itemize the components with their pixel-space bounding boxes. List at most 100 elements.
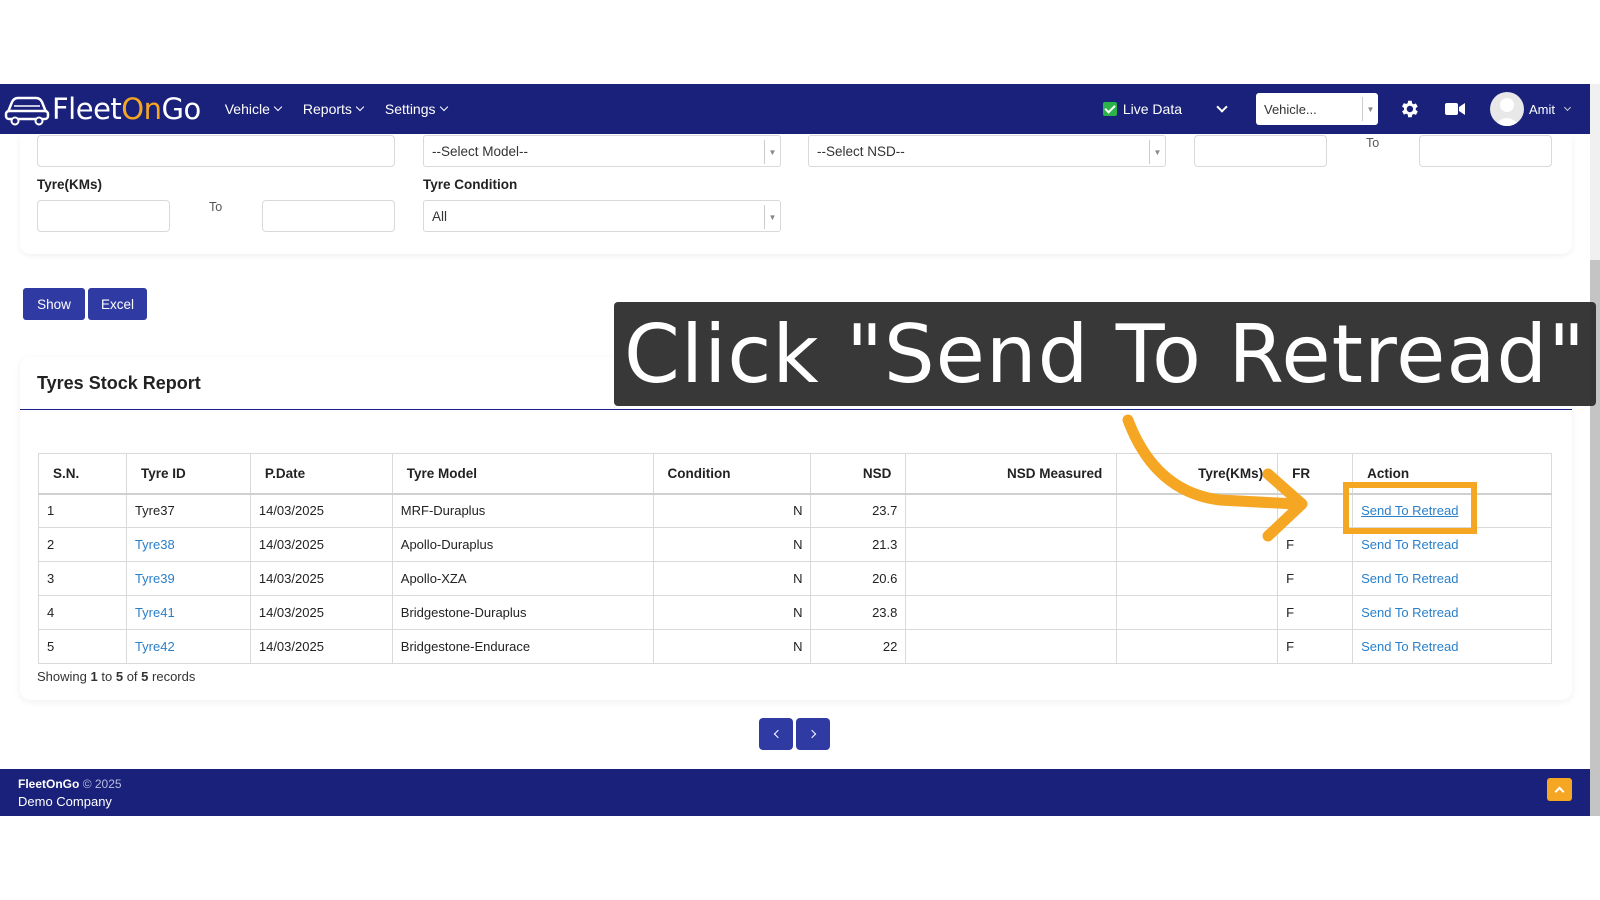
nsd-cell: 21.3: [810, 527, 907, 562]
nsd-cell: 23.7: [810, 493, 907, 528]
nsd-cell: 23.8: [810, 595, 907, 630]
sn-cell: 3: [38, 561, 127, 596]
user-menu[interactable]: Amit: [1490, 92, 1572, 126]
model-select[interactable]: --Select Model-- ▼: [423, 135, 781, 167]
pointer-arrow-icon: [1122, 414, 1308, 542]
to-label: To: [209, 200, 223, 214]
column-header[interactable]: NSD Measured: [905, 453, 1118, 495]
vehicle-select[interactable]: Vehicle... ▼: [1256, 93, 1378, 125]
tyre-id-cell: Tyre39: [125, 561, 251, 596]
tyre-kms-to-input[interactable]: [262, 200, 395, 232]
nsd-cell: 22: [810, 629, 907, 664]
table-row: 2 Tyre38 14/03/2025 Apollo-Duraplus N 21…: [38, 527, 1552, 562]
range-from-input[interactable]: [1194, 135, 1327, 167]
logo-text: FleetOnGo: [52, 92, 201, 126]
chevron-down-icon: [273, 102, 283, 112]
condition-cell: N: [652, 527, 812, 562]
chevron-down-icon[interactable]: [1216, 101, 1228, 113]
chevron-left-icon: [773, 729, 782, 739]
table-row: 1 Tyre37 14/03/2025 MRF-Duraplus N 23.7 …: [38, 493, 1552, 528]
column-header[interactable]: Condition: [652, 453, 812, 495]
send-to-retread-link[interactable]: Send To Retread: [1361, 639, 1458, 654]
condition-cell: N: [652, 595, 812, 630]
condition-cell: N: [652, 629, 812, 664]
action-cell: Send To Retread: [1352, 561, 1552, 596]
dropdown-arrow-icon: ▼: [764, 205, 780, 229]
menu-reports[interactable]: Reports: [303, 101, 365, 117]
send-to-retread-link[interactable]: Send To Retread: [1361, 605, 1458, 620]
action-cell: Send To Retread: [1352, 595, 1552, 630]
filter-text-input[interactable]: [37, 135, 395, 167]
next-page-button[interactable]: [796, 718, 830, 750]
prev-page-button[interactable]: [759, 718, 793, 750]
table-row: 4 Tyre41 14/03/2025 Bridgestone-Duraplus…: [38, 595, 1552, 630]
pdate-cell: 14/03/2025: [249, 493, 393, 528]
footer: FleetOnGo © 2025 Demo Company: [0, 769, 1590, 816]
tyre-id-link[interactable]: Tyre42: [135, 639, 175, 654]
report-title: Tyres Stock Report: [37, 373, 201, 393]
table-header-row: S.N. Tyre ID P.Date Tyre Model Condition…: [38, 453, 1552, 495]
menu-settings[interactable]: Settings: [385, 101, 448, 117]
model-cell: Apollo-XZA: [391, 561, 654, 596]
range-to-input[interactable]: [1419, 135, 1552, 167]
user-name: Amit: [1529, 101, 1555, 117]
tyre-id-cell: Tyre38: [125, 527, 251, 562]
pdate-cell: 14/03/2025: [249, 629, 393, 664]
column-header[interactable]: NSD: [810, 453, 907, 495]
instruction-banner: Click "Send To Retread": [614, 302, 1596, 406]
dropdown-arrow-icon: ▼: [764, 140, 780, 164]
column-header[interactable]: P.Date: [249, 453, 393, 495]
fr-cell: F: [1277, 561, 1354, 596]
table-row: 5 Tyre42 14/03/2025 Bridgestone-Endurace…: [38, 629, 1552, 664]
tyre-id-link[interactable]: Tyre41: [135, 605, 175, 620]
model-cell: Bridgestone-Duraplus: [391, 595, 654, 630]
send-to-retread-link[interactable]: Send To Retread: [1361, 571, 1458, 586]
send-to-retread-link[interactable]: Send To Retread: [1361, 537, 1458, 552]
live-data-toggle[interactable]: Live Data: [1102, 101, 1182, 117]
footer-company: Demo Company: [18, 794, 112, 809]
divider: [20, 409, 1572, 410]
gear-icon[interactable]: [1398, 98, 1420, 120]
chevron-right-icon: [807, 729, 816, 739]
sn-cell: 2: [38, 527, 127, 562]
records-summary: Showing 1 to 5 of 5 records: [37, 669, 196, 684]
tyre-kms-from-input[interactable]: [37, 200, 170, 232]
table-row: 3 Tyre39 14/03/2025 Apollo-XZA N 20.6 F …: [38, 561, 1552, 596]
nsd-measured-cell: [905, 595, 1118, 630]
show-button[interactable]: Show: [23, 288, 85, 320]
model-cell: Bridgestone-Endurace: [391, 629, 654, 664]
to-label: To: [1366, 136, 1380, 150]
model-cell: MRF-Duraplus: [391, 493, 654, 528]
nsd-select[interactable]: --Select NSD-- ▼: [808, 135, 1166, 167]
kms-cell: [1116, 595, 1279, 630]
footer-copyright: FleetOnGo © 2025: [18, 777, 122, 791]
chevron-down-icon: [439, 102, 448, 112]
app-logo[interactable]: FleetOnGo: [4, 84, 201, 134]
kms-cell: [1116, 561, 1279, 596]
dropdown-arrow-icon: ▼: [1149, 140, 1165, 164]
column-header[interactable]: Tyre Model: [391, 453, 654, 495]
checkbox-checked-icon[interactable]: [1102, 102, 1117, 116]
sn-cell: 4: [38, 595, 127, 630]
nsd-cell: 20.6: [810, 561, 907, 596]
tyre-id-link[interactable]: Tyre38: [135, 537, 175, 552]
live-data-label: Live Data: [1122, 101, 1182, 117]
tyre-kms-label: Tyre(KMs): [37, 177, 103, 192]
nsd-measured-cell: [905, 629, 1118, 664]
tyre-id-link[interactable]: Tyre39: [135, 571, 175, 586]
column-header[interactable]: S.N.: [38, 453, 127, 495]
excel-button[interactable]: Excel: [88, 288, 147, 320]
scroll-to-top-button[interactable]: [1547, 778, 1572, 801]
tyre-condition-select[interactable]: All ▼: [423, 200, 781, 232]
nsd-measured-cell: [905, 527, 1118, 562]
main-menu: Vehicle Reports Settings: [225, 101, 469, 117]
tyre-id-cell: Tyre37: [125, 493, 251, 528]
dropdown-arrow-icon: ▼: [1362, 97, 1378, 121]
column-header[interactable]: Tyre ID: [125, 453, 251, 495]
camera-icon[interactable]: [1444, 98, 1466, 120]
pdate-cell: 14/03/2025: [249, 561, 393, 596]
nsd-measured-cell: [905, 493, 1118, 528]
condition-cell: N: [652, 493, 812, 528]
condition-cell: N: [652, 561, 812, 596]
menu-vehicle[interactable]: Vehicle: [225, 101, 283, 117]
